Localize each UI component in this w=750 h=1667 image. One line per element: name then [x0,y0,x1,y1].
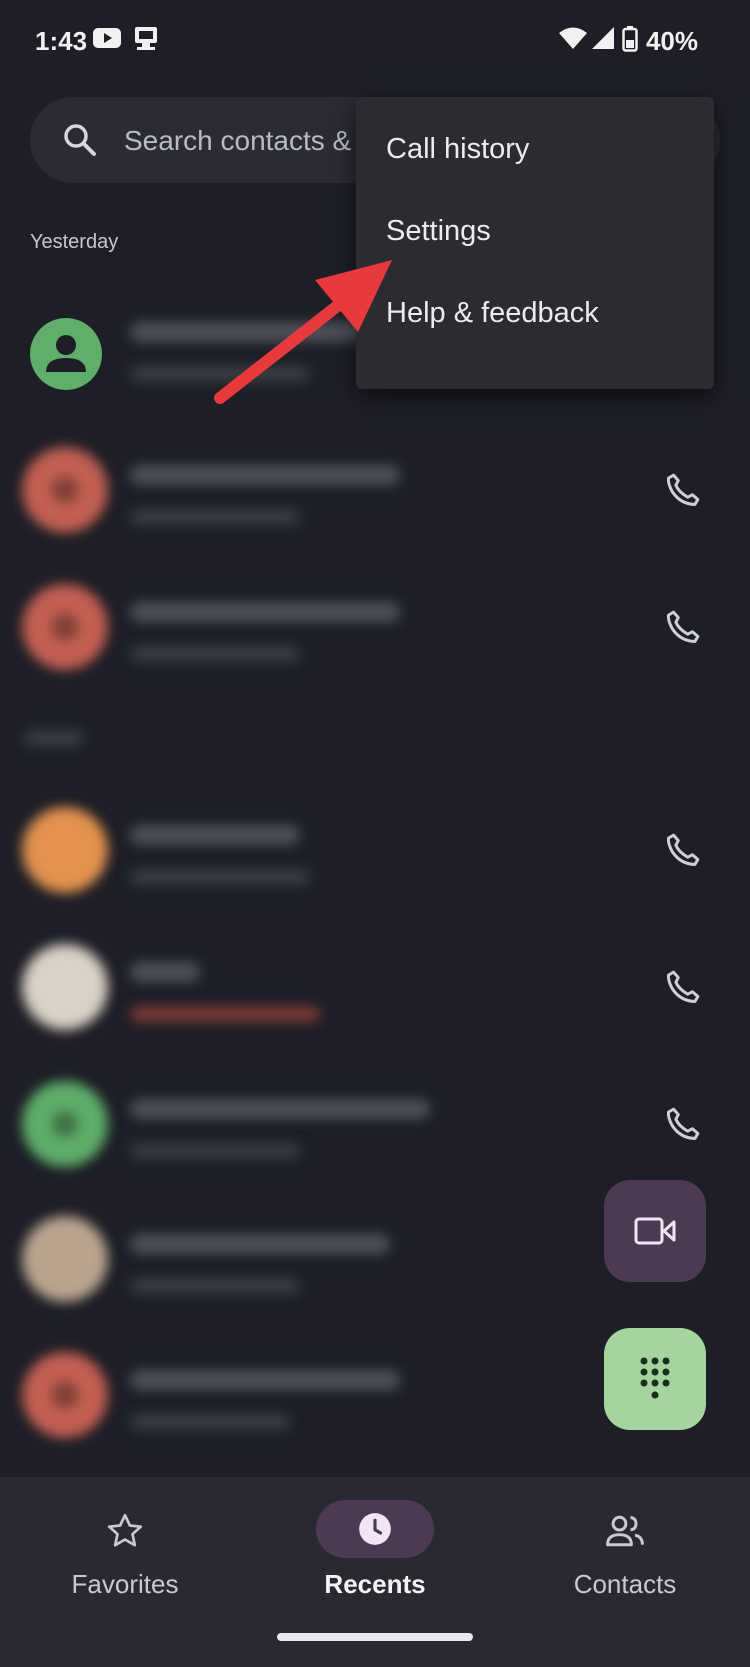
nav-contacts[interactable]: Contacts [500,1477,750,1627]
people-icon [606,1515,644,1547]
nav-favorites[interactable]: Favorites [0,1477,250,1627]
nav-label-favorites: Favorites [71,1569,179,1599]
arrow-annotation [214,260,392,404]
bottom-nav: Favorites Recents Contacts [0,1477,750,1667]
nav-recents[interactable]: Recents [250,1477,500,1627]
star-icon [107,1513,143,1547]
home-indicator [277,1633,473,1641]
nav-label-recents: Recents [324,1569,426,1599]
nav-label-contacts: Contacts [573,1569,677,1599]
